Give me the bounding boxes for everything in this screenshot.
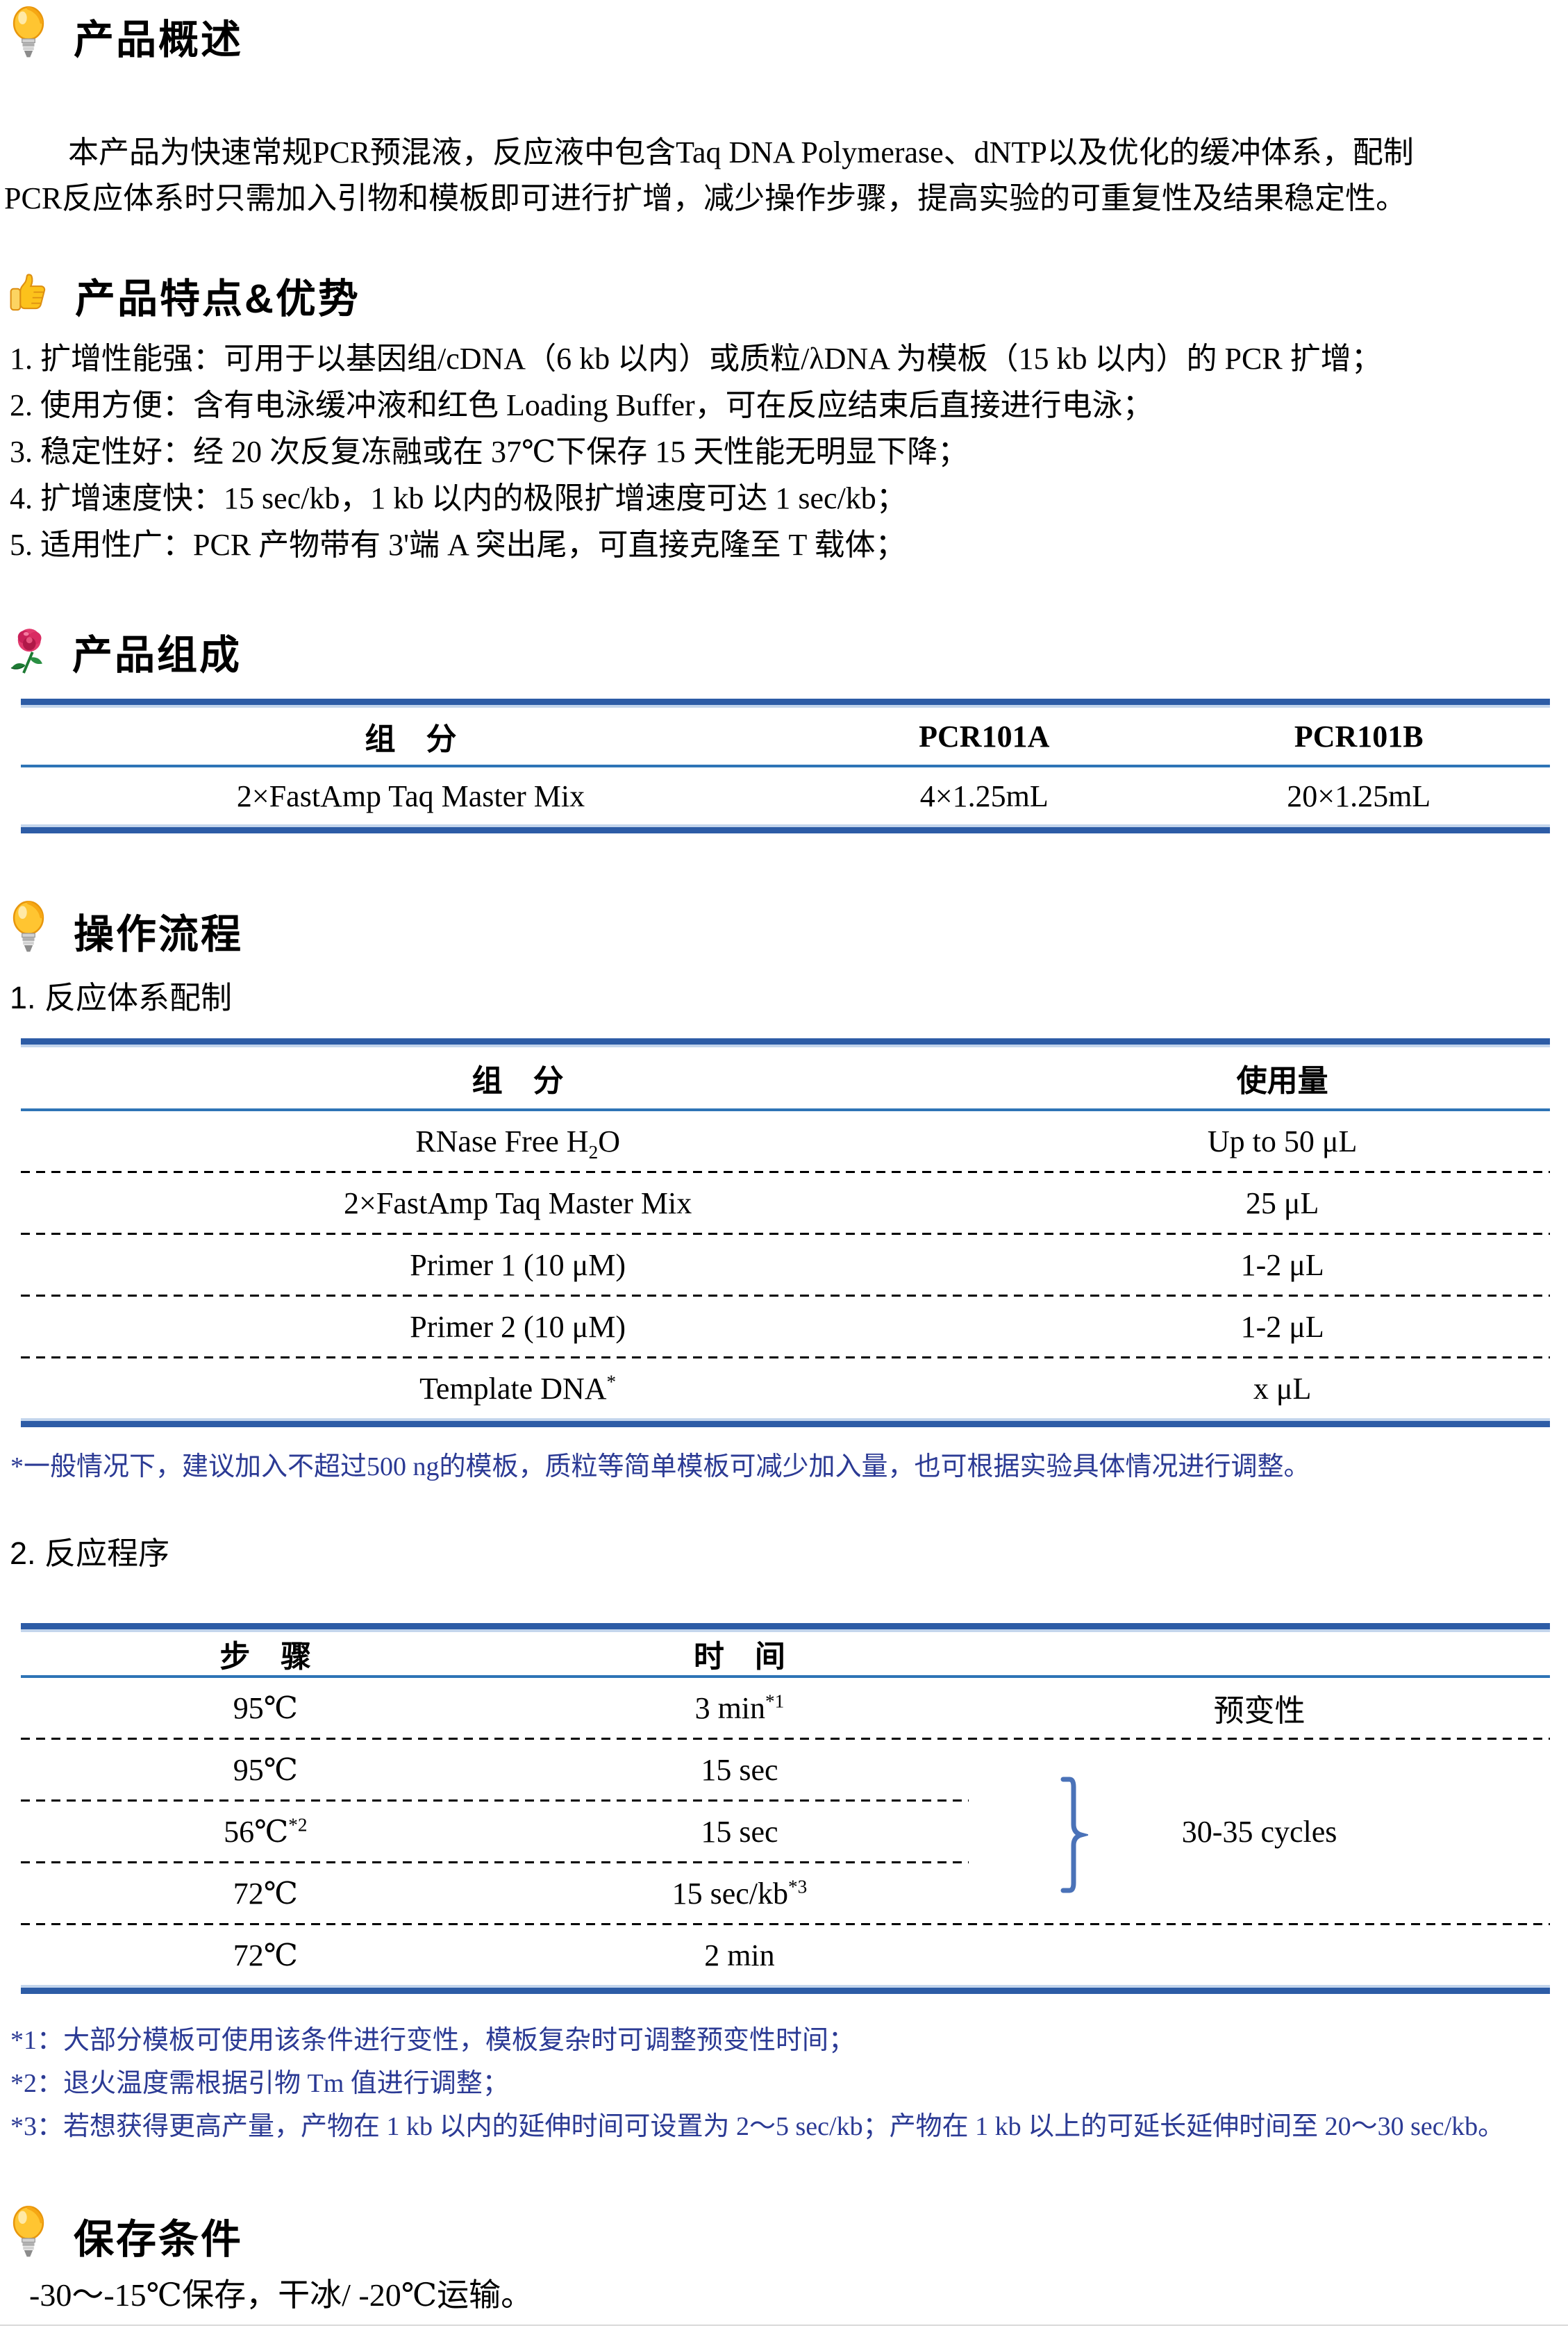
table-header-row: 组 分 PCR101A PCR101B bbox=[21, 708, 1550, 765]
section-composition-header: 产品组成 bbox=[0, 622, 1568, 681]
table-cell-size-a: 4×1.25mL bbox=[801, 779, 1167, 814]
thumbs-up-icon bbox=[7, 270, 51, 321]
table-cell-time: 2 min bbox=[510, 1938, 969, 1973]
lightbulb-icon bbox=[7, 6, 50, 66]
program-footnote: *1：大部分模板可使用该条件进行变性，模板复杂时可调整预变性时间； bbox=[10, 2019, 1568, 2062]
table-rule bbox=[21, 824, 1550, 833]
feature-item: 2. 使用方便：含有电泳缓冲液和红色 Loading Buffer，可在反应结束… bbox=[10, 382, 1568, 429]
table-cell-cycles: 30-35 cycles bbox=[969, 1814, 1550, 1849]
table-cell-amount: 1-2 μL bbox=[1015, 1309, 1550, 1345]
datasheet-page: { "colors": { "rule_blue": "#2d5ca6", "r… bbox=[0, 6, 1568, 2328]
table-rule bbox=[21, 1985, 1550, 1994]
feature-item: 1. 扩增性能强：可用于以基因组/cDNA（6 kb 以内）或质粒/λDNA 为… bbox=[10, 335, 1568, 382]
table-cell-component: RNase Free H2O bbox=[21, 1124, 1015, 1159]
table-row: 2×FastAmp Taq Master Mix 4×1.25mL 20×1.2… bbox=[21, 767, 1550, 824]
table-rule bbox=[21, 1038, 1550, 1047]
table-cell-amount: Up to 50 μL bbox=[1015, 1124, 1550, 1159]
table-cell-time: 15 sec/kb*3 bbox=[510, 1876, 969, 1911]
table-cell-step: 72℃ bbox=[21, 1938, 510, 1973]
table-cell-step: 95℃ bbox=[21, 1752, 510, 1788]
table-cell-step: 72℃ bbox=[21, 1876, 510, 1911]
program-table: 步 骤 时 间 95℃ 3 min*1 预变性 95℃ 15 sec 56℃*2… bbox=[21, 1623, 1550, 1994]
table-row: Primer 2 (10 μM) 1-2 μL bbox=[21, 1297, 1550, 1356]
table-cell-component: Template DNA* bbox=[21, 1371, 1015, 1406]
feature-item: 4. 扩增速度快：15 sec/kb，1 kb 以内的极限扩增速度可达 1 se… bbox=[10, 475, 1568, 522]
feature-item: 5. 适用性广：PCR 产物带有 3'端 A 突出尾，可直接克隆至 T 载体； bbox=[10, 522, 1568, 568]
table-row: RNase Free H2O Up to 50 μL bbox=[21, 1111, 1550, 1171]
overview-line: 本产品为快速常规PCR预混液，反应液中包含Taq DNA Polymerase、… bbox=[4, 130, 1564, 176]
column-header-time: 时 间 bbox=[510, 1631, 969, 1676]
table-cell-amount: 1-2 μL bbox=[1015, 1247, 1550, 1283]
table-cell-size-b: 20×1.25mL bbox=[1167, 779, 1550, 814]
program-footnote: *3：若想获得更高产量，产物在 1 kb 以内的延伸时间可设置为 2～5 sec… bbox=[10, 2105, 1568, 2148]
table-cell-component: Primer 2 (10 μM) bbox=[21, 1309, 1015, 1345]
composition-table: 组 分 PCR101A PCR101B 2×FastAmp Taq Master… bbox=[21, 699, 1550, 833]
table-cell-component: Primer 1 (10 μM) bbox=[21, 1247, 1015, 1283]
table-cell-component: 2×FastAmp Taq Master Mix bbox=[21, 779, 801, 814]
table-row: 72℃ 15 sec/kb*3 bbox=[21, 1863, 1550, 1923]
reaction-system-table: 组 分 使用量 RNase Free H2O Up to 50 μL 2×Fas… bbox=[21, 1038, 1550, 1427]
step2-label: 2. 反应程序 bbox=[10, 1533, 1568, 1574]
table-cell-component: 2×FastAmp Taq Master Mix bbox=[21, 1186, 1015, 1221]
page-bottom-divider bbox=[0, 2325, 1568, 2326]
features-list: 1. 扩增性能强：可用于以基因组/cDNA（6 kb 以内）或质粒/λDNA 为… bbox=[10, 335, 1568, 568]
section-features-header: 产品特点&优势 bbox=[0, 266, 1568, 324]
overview-paragraph: 本产品为快速常规PCR预混液，反应液中包含Taq DNA Polymerase、… bbox=[4, 130, 1564, 222]
table-cell-step: 56℃*2 bbox=[21, 1814, 510, 1849]
section-title-overview: 产品概述 bbox=[74, 7, 243, 65]
section-title-storage: 保存条件 bbox=[74, 2206, 243, 2265]
table-row: 95℃ 3 min*1 预变性 bbox=[21, 1678, 1550, 1738]
storage-conditions-text: -30～-15℃保存，干冰/ -20℃运输。 bbox=[29, 2278, 1568, 2313]
step1-label: 1. 反应体系配制 bbox=[10, 977, 1568, 1019]
lightbulb-icon bbox=[7, 2205, 50, 2265]
overview-line: PCR反应体系时只需加入引物和模板即可进行扩增，减少操作步骤，提高实验的可重复性… bbox=[4, 176, 1564, 222]
program-footnotes: *1：大部分模板可使用该条件进行变性，模板复杂时可调整预变性时间； *2：退火温… bbox=[0, 2019, 1568, 2148]
section-title-features: 产品特点&优势 bbox=[75, 266, 360, 324]
table-rule bbox=[21, 699, 1550, 708]
section-title-procedure: 操作流程 bbox=[74, 901, 243, 960]
lightbulb-icon bbox=[7, 900, 50, 961]
table-cell-time: 3 min*1 bbox=[510, 1690, 969, 1726]
column-header-component: 组 分 bbox=[21, 1056, 1015, 1100]
section-procedure-header: 操作流程 bbox=[0, 900, 1568, 961]
table-row: 95℃ 15 sec bbox=[21, 1740, 1550, 1799]
table-row: 56℃*2 15 sec 30-35 cycles bbox=[21, 1802, 1550, 1861]
table-row: Primer 1 (10 μM) 1-2 μL bbox=[21, 1235, 1550, 1295]
rose-icon bbox=[7, 626, 49, 678]
table-row: Template DNA* x μL bbox=[21, 1358, 1550, 1418]
column-header-pcr101a: PCR101A bbox=[801, 719, 1167, 754]
column-header-step: 步 骤 bbox=[21, 1631, 510, 1676]
table-row: 72℃ 2 min bbox=[21, 1925, 1550, 1985]
section-title-composition: 产品组成 bbox=[72, 622, 242, 681]
program-footnote: *2：退火温度需根据引物 Tm 值进行调整； bbox=[10, 2062, 1568, 2105]
table-header-row: 组 分 使用量 bbox=[21, 1047, 1550, 1108]
table-rule bbox=[21, 1418, 1550, 1427]
table-cell-stage-note: 预变性 bbox=[969, 1686, 1550, 1730]
column-header-component: 组 分 bbox=[21, 714, 801, 758]
table-cell-step: 95℃ bbox=[21, 1690, 510, 1726]
column-header-amount: 使用量 bbox=[1015, 1056, 1550, 1100]
section-storage-header: 保存条件 bbox=[0, 2205, 1568, 2265]
table-header-row: 步 骤 时 间 bbox=[21, 1632, 1550, 1675]
table-cell-amount: x μL bbox=[1015, 1371, 1550, 1406]
column-header-pcr101b: PCR101B bbox=[1167, 719, 1550, 754]
section-overview-header: 产品概述 bbox=[0, 6, 1568, 66]
feature-item: 3. 稳定性好：经 20 次反复冻融或在 37℃下保存 15 天性能无明显下降； bbox=[10, 429, 1568, 475]
table-cell-amount: 25 μL bbox=[1015, 1186, 1550, 1221]
table-row: 2×FastAmp Taq Master Mix 25 μL bbox=[21, 1173, 1550, 1233]
table-cell-time: 15 sec bbox=[510, 1752, 969, 1788]
table-cell-time: 15 sec bbox=[510, 1814, 969, 1849]
cycle-brace bbox=[1059, 1776, 1088, 1897]
system-table-footnote: *一般情况下，建议加入不超过500 ng的模板，质粒等简单模板可减少加入量，也可… bbox=[10, 1445, 1568, 1488]
